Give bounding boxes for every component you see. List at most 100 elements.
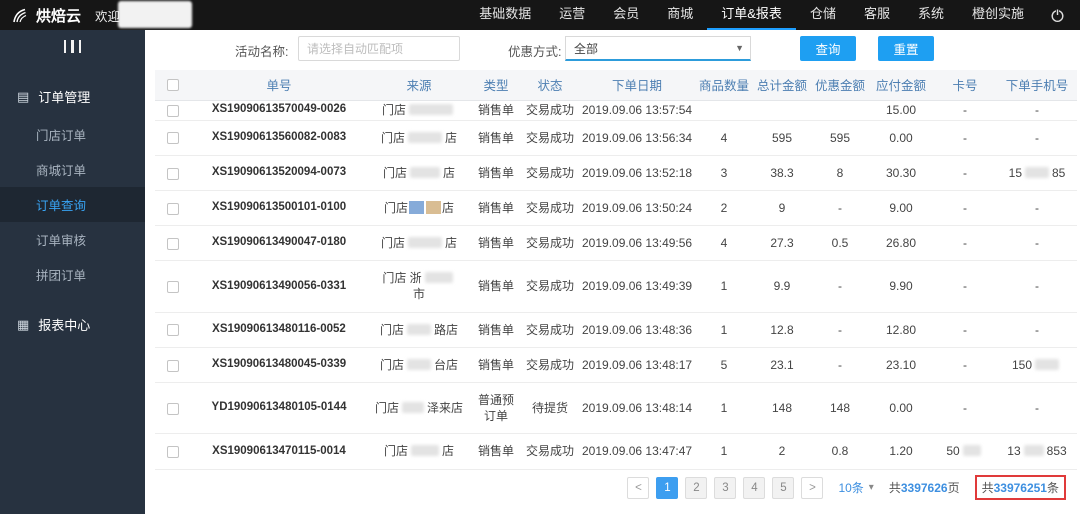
quantity-cell: 1	[695, 382, 753, 435]
card-number-cell: -	[933, 347, 997, 384]
column-header[interactable]: 总计金额	[753, 70, 811, 101]
column-header[interactable]: 下单日期	[579, 70, 695, 101]
page-size-select[interactable]: 10条 ▾	[838, 479, 873, 496]
column-header[interactable]: 来源	[367, 70, 471, 101]
order-number-cell: XS19090613480045-0339	[191, 347, 367, 384]
page-button[interactable]: 3	[714, 476, 737, 499]
phone-number-cell: 15 85	[997, 155, 1077, 191]
next-page-button[interactable]: >	[801, 476, 824, 499]
date-cell: 2019.09.06 13:48:36	[579, 312, 695, 348]
top-bar: 烘焙云 欢迎 基础数据 运营 会员 商城 订单&报表 仓储 客服 系统 橙创实施	[0, 0, 1080, 30]
sidebar-section[interactable]: ▦ 报表中心	[0, 304, 145, 345]
sidebar-item[interactable]: 订单查询	[0, 187, 145, 222]
order-number-cell: XS19090613520094-0073	[191, 155, 367, 191]
phone-number-cell: -	[997, 312, 1077, 348]
redacted-text	[962, 445, 981, 457]
card-number-cell: -	[933, 100, 997, 121]
phone-number-cell: -	[997, 100, 1077, 121]
reset-button[interactable]: 重置	[878, 36, 934, 61]
discount-amount-cell: 0.5	[811, 225, 869, 262]
status-cell: 交易成功	[521, 190, 579, 227]
phone-number-cell: -	[997, 382, 1077, 435]
redacted-username	[118, 1, 192, 28]
chevron-down-icon: ▼	[735, 43, 744, 53]
row-checkbox[interactable]	[167, 132, 179, 145]
source-cell: 门店 浙市	[367, 260, 471, 313]
column-header[interactable]: 下单手机号	[997, 70, 1077, 101]
discount-amount-cell: -	[811, 190, 869, 227]
order-number-cell: XS19090613480116-0052	[191, 312, 367, 348]
discount-amount-cell: 148	[811, 382, 869, 435]
sidebar-section[interactable]: ▤ 订单管理	[0, 76, 145, 117]
column-header[interactable]: 状态	[521, 70, 579, 101]
top-nav-item[interactable]: 基础数据	[465, 0, 545, 30]
top-nav-item[interactable]: 橙创实施	[958, 0, 1038, 30]
sidebar-item[interactable]: 拼团订单	[0, 257, 145, 292]
top-nav-item[interactable]: 客服	[850, 0, 904, 30]
sidebar-section-label: 报表中心	[38, 318, 91, 333]
select-all-checkbox[interactable]	[167, 79, 179, 92]
total-pages-text: 共3397626页	[888, 481, 960, 495]
total-amount-cell: 9.9	[753, 260, 811, 313]
discount-amount-cell: -	[811, 347, 869, 384]
card-number-cell: -	[933, 382, 997, 435]
phone-number-cell: -	[997, 225, 1077, 262]
column-header[interactable]: 卡号	[933, 70, 997, 101]
column-header[interactable]: 优惠金额	[811, 70, 869, 101]
discount-amount-cell	[811, 100, 869, 121]
type-cell: 销售单	[471, 433, 521, 470]
activity-name-input[interactable]	[298, 36, 460, 61]
top-nav-item[interactable]: 订单&报表	[707, 0, 796, 30]
quantity-cell	[695, 100, 753, 121]
row-checkbox[interactable]	[167, 104, 179, 117]
discount-amount-cell: -	[811, 312, 869, 348]
row-checkbox[interactable]	[167, 402, 179, 415]
prev-page-button[interactable]: <	[627, 476, 650, 499]
column-header[interactable]: 应付金额	[869, 70, 933, 101]
redacted-text	[409, 103, 453, 115]
table-row: XS19090613490056-0331 门店 浙市销售单 交易成功 2019.09…	[155, 260, 1077, 313]
top-nav-item[interactable]: 会员	[599, 0, 653, 30]
discount-method-select[interactable]: 全部 ▼	[565, 36, 751, 61]
page-button[interactable]: 2	[685, 476, 708, 499]
date-cell: 2019.09.06 13:49:39	[579, 260, 695, 313]
column-header[interactable]: 单号	[191, 70, 367, 101]
menu-bars-icon[interactable]	[0, 30, 145, 64]
card-number-cell: -	[933, 120, 997, 156]
order-number-cell: XS19090613490047-0180	[191, 225, 367, 262]
row-checkbox[interactable]	[167, 281, 179, 294]
row-checkbox[interactable]	[167, 202, 179, 215]
page-button[interactable]: 5	[772, 476, 795, 499]
top-nav-item[interactable]: 商城	[653, 0, 707, 30]
row-checkbox[interactable]	[167, 359, 179, 372]
status-cell: 交易成功	[521, 155, 579, 191]
page-button[interactable]: 1	[656, 476, 679, 499]
row-checkbox[interactable]	[167, 324, 179, 337]
order-number-cell: XS19090613570049-0026	[191, 100, 367, 121]
total-amount-cell: 27.3	[753, 225, 811, 262]
total-amount-cell: 23.1	[753, 347, 811, 384]
page-button[interactable]: 4	[743, 476, 766, 499]
sidebar-item[interactable]: 门店订单	[0, 117, 145, 152]
mosaic-redaction-block	[426, 200, 441, 214]
top-nav-item[interactable]: 运营	[545, 0, 599, 30]
sidebar-item[interactable]: 商城订单	[0, 152, 145, 187]
power-logout-icon[interactable]	[1042, 0, 1072, 30]
quantity-cell: 1	[695, 260, 753, 313]
redacted-text	[407, 358, 431, 370]
row-checkbox[interactable]	[167, 237, 179, 250]
sidebar-item[interactable]: 订单审核	[0, 222, 145, 257]
type-cell: 销售单	[471, 260, 521, 313]
top-nav-item[interactable]: 仓储	[796, 0, 850, 30]
row-checkbox[interactable]	[167, 167, 179, 180]
top-nav-item[interactable]: 系统	[904, 0, 958, 30]
discount-amount-cell: 595	[811, 120, 869, 156]
column-header[interactable]: 商品数量	[695, 70, 753, 101]
search-button[interactable]: 查询	[800, 36, 856, 61]
card-number-cell: -	[933, 190, 997, 227]
status-cell: 交易成功	[521, 260, 579, 313]
row-checkbox[interactable]	[167, 446, 179, 459]
payable-amount-cell: 9.00	[869, 190, 933, 227]
column-header[interactable]: 类型	[471, 70, 521, 101]
discount-method-value: 全部	[574, 41, 599, 56]
